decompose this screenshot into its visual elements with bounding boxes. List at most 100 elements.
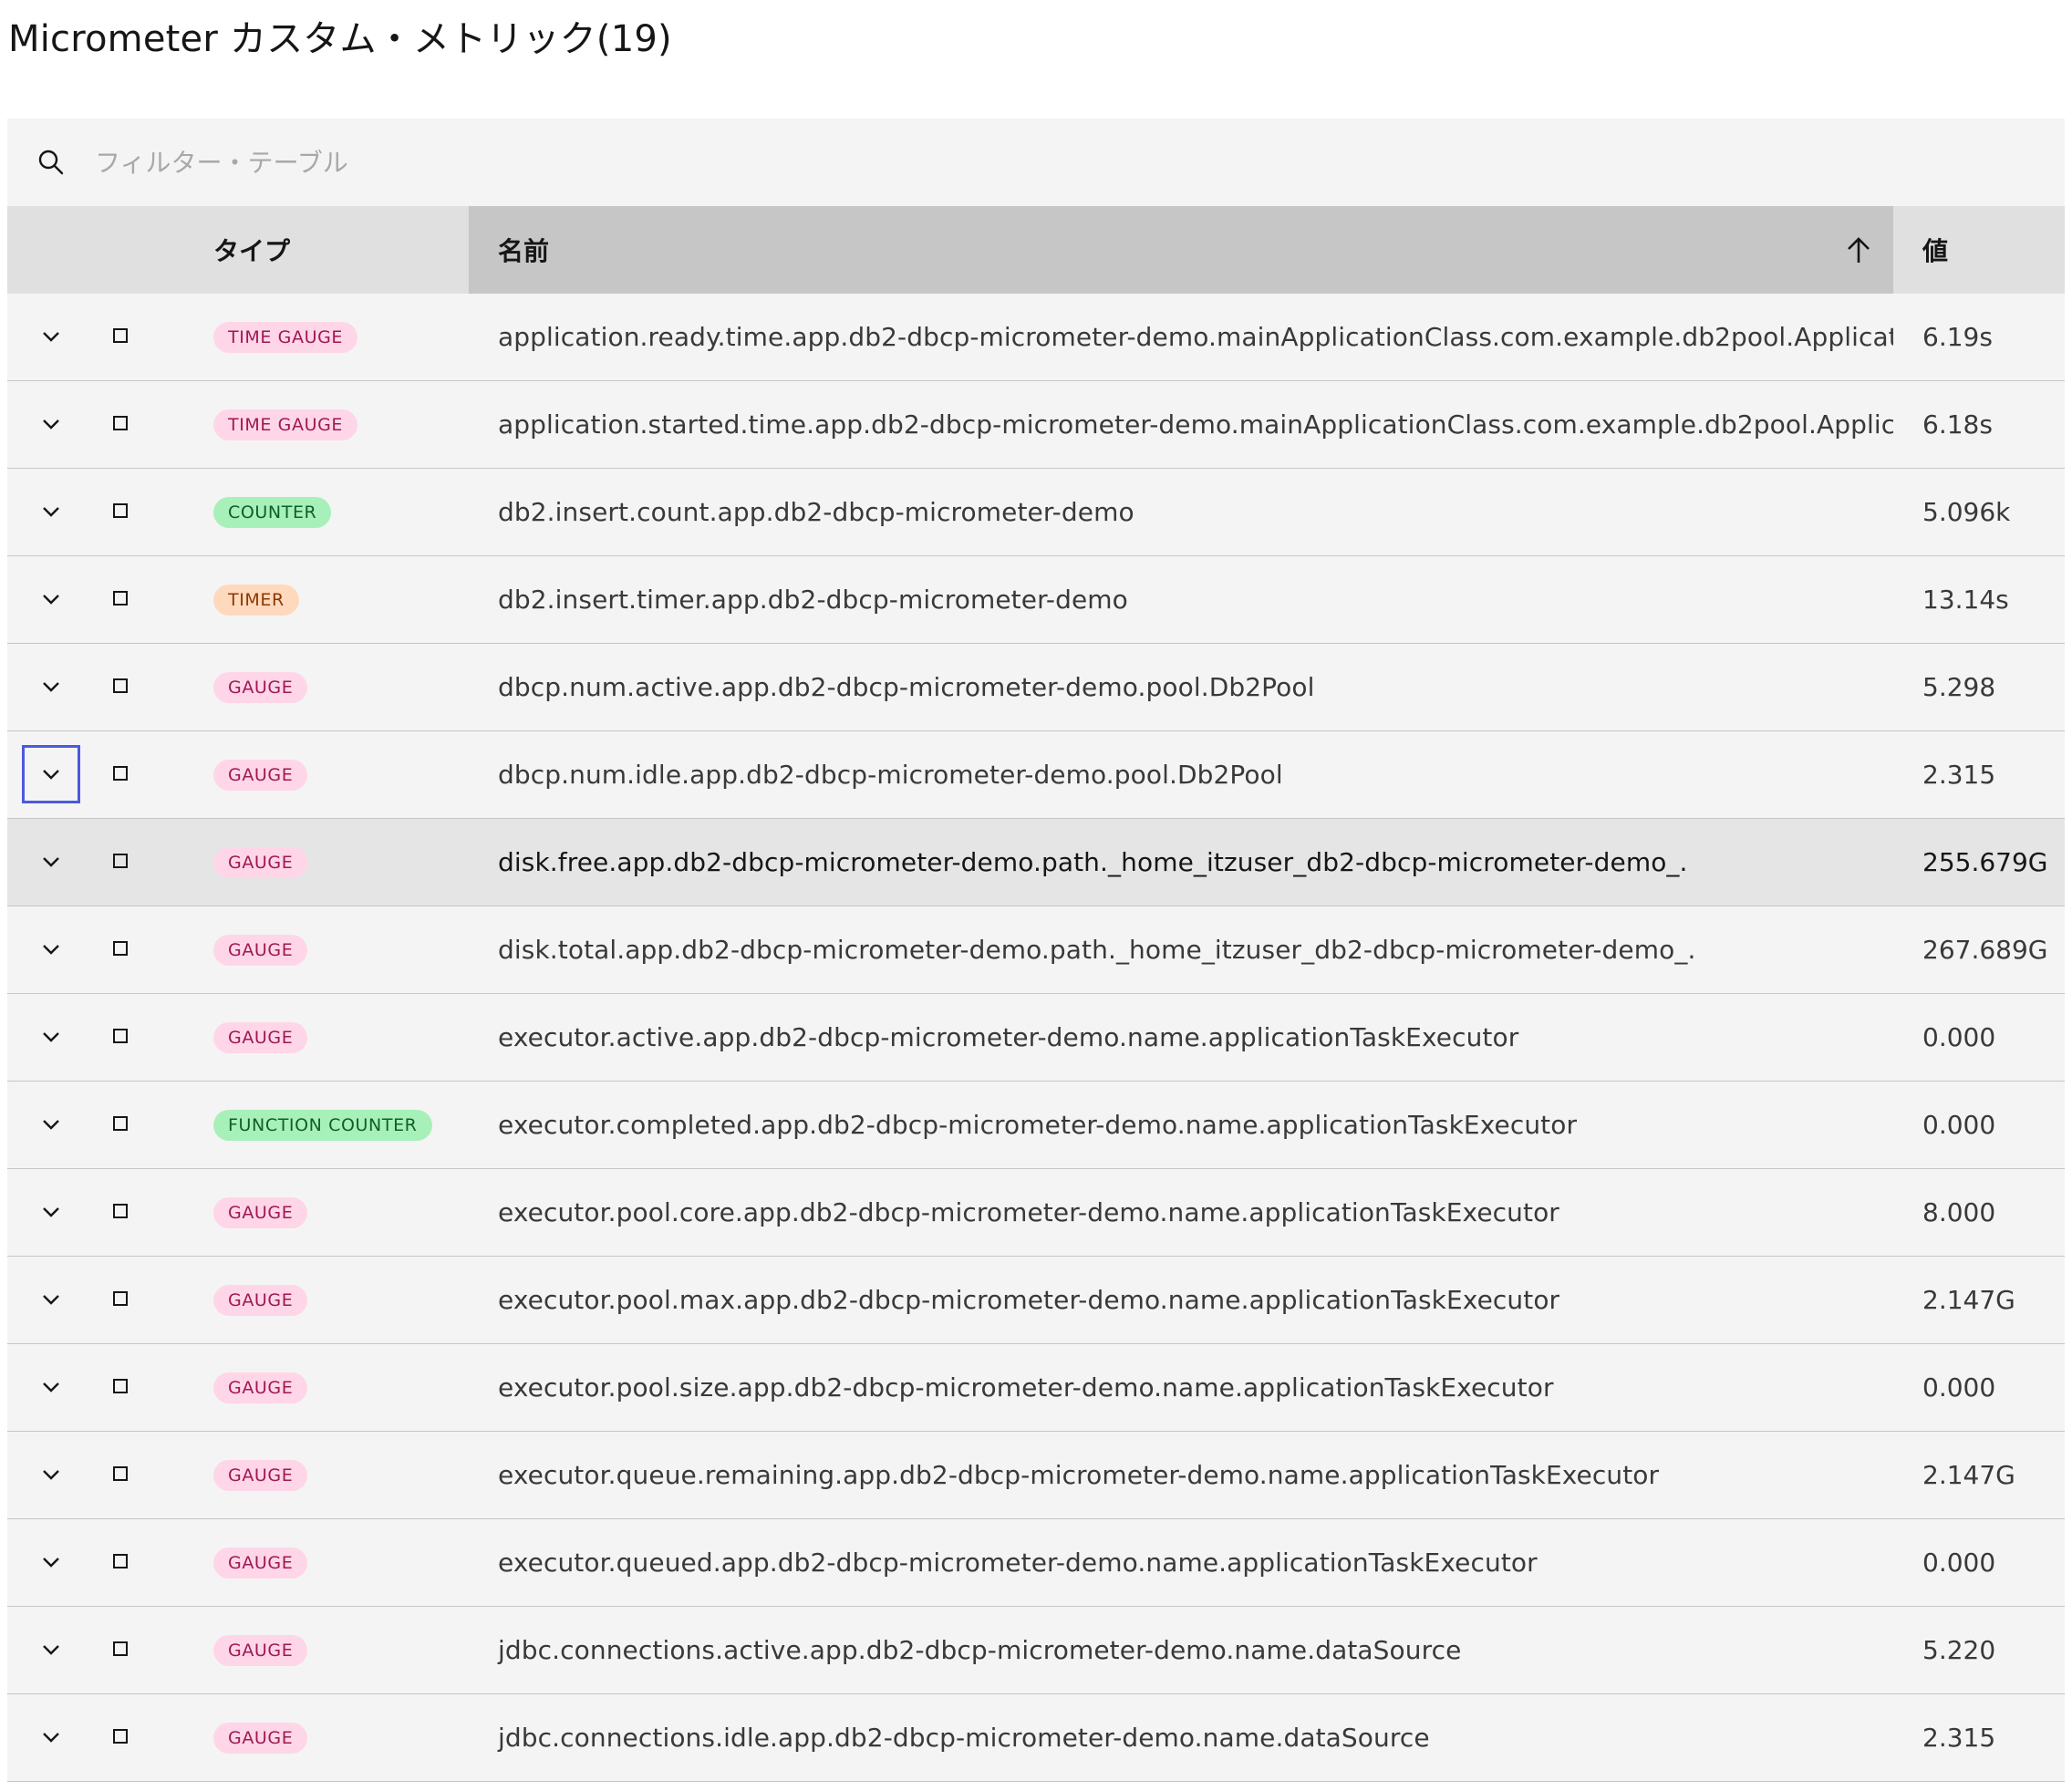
table-row[interactable]: COUNTER db2.insert.count.app.db2-dbcp-mic… <box>7 469 2065 556</box>
expand-cell <box>7 381 95 468</box>
expand-row-button[interactable] <box>22 1270 80 1329</box>
header-value[interactable]: 値 <box>1893 206 2065 294</box>
row-checkbox[interactable] <box>113 1641 128 1656</box>
expand-cell <box>7 1607 95 1693</box>
type-cell: GAUGE <box>195 1372 469 1403</box>
expand-cell <box>7 906 95 993</box>
filter-table-input[interactable] <box>95 137 1189 188</box>
select-cell <box>95 1344 195 1431</box>
select-cell <box>95 1607 195 1693</box>
expand-row-button[interactable] <box>22 1620 80 1679</box>
metric-value: 0.000 <box>1922 1548 1996 1578</box>
metric-type-tag: GAUGE <box>213 1021 308 1053</box>
table-row[interactable]: GAUGE dbcp.num.active.app.db2-dbcp-microm… <box>7 644 2065 731</box>
header-type[interactable]: タイプ <box>195 206 469 294</box>
type-cell: FUNCTION COUNTER <box>195 1109 469 1141</box>
expand-row-button[interactable] <box>22 307 80 366</box>
expand-row-button[interactable] <box>22 395 80 453</box>
metric-name: dbcp.num.idle.app.db2-dbcp-micrometer-de… <box>498 760 1283 790</box>
metric-value: 5.298 <box>1922 672 1996 702</box>
select-cell <box>95 906 195 993</box>
expand-row-button[interactable] <box>22 1008 80 1066</box>
row-checkbox[interactable] <box>113 1379 128 1393</box>
row-checkbox[interactable] <box>113 678 128 693</box>
row-checkbox[interactable] <box>113 503 128 518</box>
metric-name: db2.insert.count.app.db2-dbcp-micrometer… <box>498 497 1134 527</box>
select-cell <box>95 1519 195 1606</box>
expand-row-button[interactable] <box>22 570 80 628</box>
metric-value: 13.14s <box>1922 585 2009 615</box>
page: Micrometer カスタム・メトリック(19) タイプ 名前 <box>0 0 2072 1791</box>
metric-name: executor.pool.max.app.db2-dbcp-micromete… <box>498 1285 1560 1315</box>
table-row[interactable]: GAUGE dbcp.num.idle.app.db2-dbcp-micromet… <box>7 731 2065 819</box>
row-checkbox[interactable] <box>113 1291 128 1306</box>
expand-row-button[interactable] <box>22 482 80 541</box>
type-cell: GAUGE <box>195 759 469 791</box>
expand-row-button[interactable] <box>22 920 80 978</box>
row-checkbox[interactable] <box>113 1029 128 1043</box>
table-row[interactable]: TIME GAUGE application.started.time.app.d… <box>7 381 2065 469</box>
expand-row-button[interactable] <box>22 1095 80 1154</box>
chevron-down-icon <box>43 682 59 692</box>
table-row[interactable]: GAUGE jdbc.connections.idle.app.db2-dbcp-… <box>7 1694 2065 1782</box>
select-cell <box>95 556 195 643</box>
chevron-down-icon <box>43 857 59 867</box>
expand-cell <box>7 469 95 555</box>
header-name-label: 名前 <box>498 236 550 266</box>
expand-row-button[interactable] <box>22 745 80 803</box>
table-row[interactable]: GAUGE executor.pool.core.app.db2-dbcp-mic… <box>7 1169 2065 1257</box>
metric-type-tag: GAUGE <box>213 846 308 878</box>
row-checkbox[interactable] <box>113 1466 128 1481</box>
expand-row-button[interactable] <box>22 657 80 716</box>
expand-row-button[interactable] <box>22 1445 80 1504</box>
metric-value: 2.147G <box>1922 1460 2015 1490</box>
table-row[interactable]: GAUGE executor.queue.remaining.app.db2-db… <box>7 1432 2065 1519</box>
expand-cell <box>7 731 95 818</box>
select-cell <box>95 1432 195 1518</box>
header-name-sort-button[interactable]: 名前 <box>469 206 1893 294</box>
table-row[interactable]: GAUGE executor.pool.size.app.db2-dbcp-mic… <box>7 1344 2065 1432</box>
type-cell: GAUGE <box>195 1196 469 1228</box>
expand-row-button[interactable] <box>22 833 80 891</box>
expand-row-button[interactable] <box>22 1708 80 1766</box>
table-row[interactable]: TIMER db2.insert.timer.app.db2-dbcp-micro… <box>7 556 2065 644</box>
expand-row-button[interactable] <box>22 1533 80 1591</box>
row-checkbox[interactable] <box>113 1729 128 1744</box>
table-row[interactable]: GAUGE disk.free.app.db2-dbcp-micrometer-d… <box>7 819 2065 906</box>
table-row[interactable]: TIME GAUGE application.ready.time.app.db2… <box>7 294 2065 381</box>
row-checkbox[interactable] <box>113 591 128 606</box>
expand-cell <box>7 1082 95 1168</box>
table-row[interactable]: GAUGE jdbc.connections.active.app.db2-dbc… <box>7 1607 2065 1694</box>
row-checkbox[interactable] <box>113 1116 128 1131</box>
metric-name: executor.pool.core.app.db2-dbcp-micromet… <box>498 1197 1559 1227</box>
row-checkbox[interactable] <box>113 416 128 430</box>
metric-name: executor.completed.app.db2-dbcp-micromet… <box>498 1110 1578 1140</box>
type-cell: GAUGE <box>195 846 469 878</box>
select-cell <box>95 294 195 380</box>
metric-value: 2.147G <box>1922 1285 2015 1315</box>
row-checkbox[interactable] <box>113 328 128 343</box>
type-cell: TIME GAUGE <box>195 409 469 440</box>
row-checkbox[interactable] <box>113 1204 128 1218</box>
table-row[interactable]: GAUGE executor.active.app.db2-dbcp-microm… <box>7 994 2065 1082</box>
expand-cell <box>7 819 95 906</box>
type-cell: TIME GAUGE <box>195 321 469 353</box>
expand-row-button[interactable] <box>22 1358 80 1416</box>
metric-name: dbcp.num.active.app.db2-dbcp-micrometer-… <box>498 672 1315 702</box>
table-row[interactable]: GAUGE executor.pool.max.app.db2-dbcp-micr… <box>7 1257 2065 1344</box>
metric-type-tag: FUNCTION COUNTER <box>213 1109 432 1141</box>
table-row[interactable]: FUNCTION COUNTER executor.completed.app.d… <box>7 1082 2065 1169</box>
type-cell: GAUGE <box>195 934 469 966</box>
row-checkbox[interactable] <box>113 1554 128 1568</box>
metric-name: jdbc.connections.active.app.db2-dbcp-mic… <box>498 1635 1462 1665</box>
chevron-down-icon <box>43 1032 59 1042</box>
row-checkbox[interactable] <box>113 941 128 956</box>
table-row[interactable]: GAUGE disk.total.app.db2-dbcp-micrometer-… <box>7 906 2065 994</box>
select-cell <box>95 1694 195 1781</box>
table-row[interactable]: GAUGE executor.queued.app.db2-dbcp-microm… <box>7 1519 2065 1607</box>
row-checkbox[interactable] <box>113 854 128 868</box>
row-checkbox[interactable] <box>113 766 128 781</box>
select-cell <box>95 1169 195 1256</box>
expand-row-button[interactable] <box>22 1183 80 1241</box>
metric-type-tag: GAUGE <box>213 759 308 791</box>
